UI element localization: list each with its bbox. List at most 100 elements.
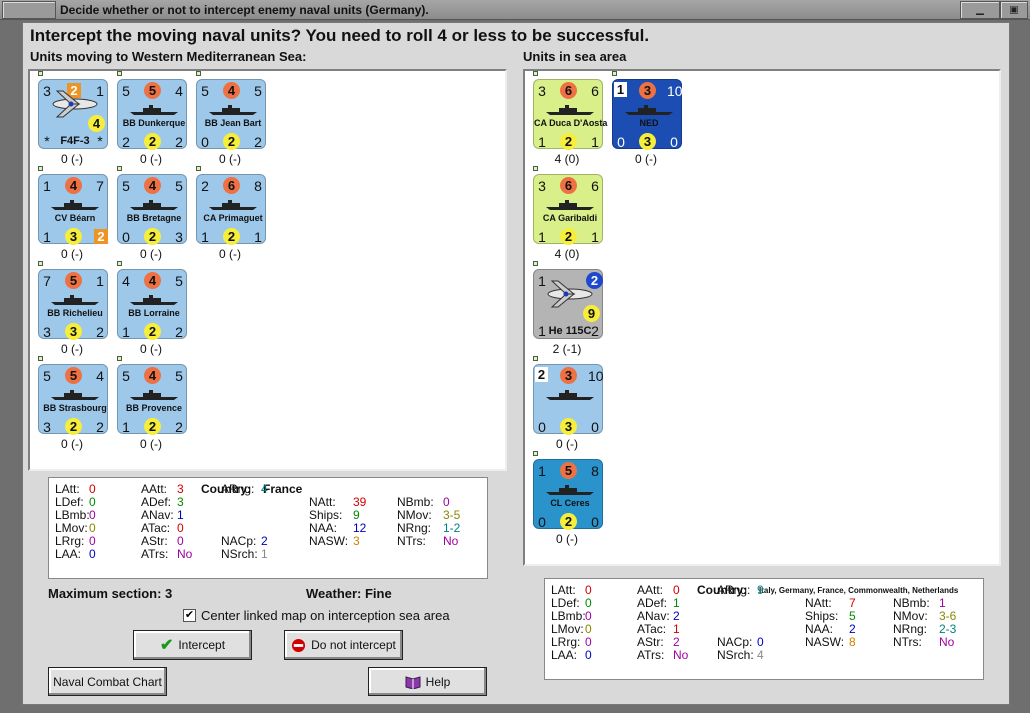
stat-value: 8 [849,635,856,649]
intercept-button[interactable]: ✔ Intercept [133,630,252,660]
unit-counter[interactable]: 5 4 5 BB Jean Bart 0 2 2 0 (-) [194,71,266,168]
counter-top-center: 5 [65,367,82,384]
unit-counter[interactable]: 1 2 9 1 He 115C 2 2 (-1) [531,261,603,358]
warship-icon [130,390,178,400]
counter-bottom-right: 2 [175,324,183,340]
unit-value: 0 (-) [140,342,162,356]
stat-value: 5 [849,609,856,623]
stat-value: 2-3 [939,622,957,636]
counter-face: 7 5 1 BB Richelieu 3 3 2 [38,269,108,340]
stat-value: 9 [353,508,360,522]
naval-combat-chart-button[interactable]: Naval Combat Chart [48,667,167,696]
counter-top-right: 8 [591,463,599,479]
stat-label: NSrch: [221,547,258,561]
unit-marker [38,356,43,361]
stat-label: NMov: [397,508,432,522]
unit-counter[interactable]: 5 4 5 BB Provence 1 2 2 0 (-) [115,356,187,453]
warship-icon [130,295,178,305]
sea-area-stats: Country: Italy, Germany, France, Commonwe… [544,578,984,680]
stat-label: LRrg: [55,534,85,548]
counter-bottom-left: 1 [538,134,546,150]
stat-label: AAtt: [637,583,664,597]
max-section-text: Maximum section: 3 [48,586,173,601]
stat-value: 0 [585,583,592,597]
stat-value: No [673,648,689,662]
stat-value: 9 [757,583,764,597]
counter-face: 3 6 6 CA Duca D'Aosta 1 2 1 [533,79,607,150]
unit-marker [117,261,122,266]
counter-top-center: 4 [223,82,240,99]
help-label: Help [425,674,451,689]
stat-label: ADef: [141,495,172,509]
do-not-intercept-button[interactable]: Do not intercept [284,630,403,660]
unit-counter[interactable]: 3 6 6 CA Duca D'Aosta 1 2 1 4 (0) [531,71,607,168]
counter-bottom-center: 2 [144,228,161,245]
stat-label: NACp: [221,534,257,548]
help-button[interactable]: Help [368,667,487,696]
counter-face: 5 4 5 BB Bretagne 0 2 3 [117,174,187,245]
unit-counter[interactable]: 1 4 7 CV Béarn 1 3 2 0 (-) [36,166,108,263]
stat-label: NACp: [717,635,753,649]
warship-icon [625,105,673,115]
counter-top-center: 6 [560,177,577,194]
counter-top-center: 5 [65,272,82,289]
counter-bottom-right: * [97,133,103,149]
unit-counter[interactable]: 2 6 8 CA Primaguet 1 2 1 0 (-) [194,166,266,263]
minimize-button[interactable]: ▁ [960,1,1000,19]
counter-bottom-center: 3 [560,418,577,435]
counter-bottom-right: 2 [175,419,183,435]
counter-bottom-left: 0 [538,419,546,435]
unit-marker [117,71,122,76]
stat-value: 0 [89,495,96,509]
unit-counter[interactable]: 7 5 1 BB Richelieu 3 3 2 0 (-) [36,261,108,358]
stat-value: 7 [849,596,856,610]
unit-counter[interactable]: 4 4 5 BB Lorraine 1 2 2 0 (-) [115,261,187,358]
stat-label: NAA: [805,622,834,636]
unit-counter[interactable]: 223100300 (-) [531,356,604,453]
stat-value: 39 [353,495,367,509]
stat-value: 3-5 [443,508,461,522]
maximize-button[interactable]: ▣ [1000,1,1028,19]
stat-label: LDef: [551,596,580,610]
counter-top-left: 3 [538,178,546,194]
counter-face: 1 2 9 1 He 115C 2 [533,269,603,339]
unit-counter[interactable]: 3 2 1 4 * F4F-3 * 0 (-) [36,71,108,168]
counter-bottom-left: 1 [122,324,130,340]
dialog-window: Decide whether or not to intercept enemy… [0,0,1030,713]
unit-marker [196,71,201,76]
counter-bottom-left: 0 [617,134,625,150]
unit-counter[interactable]: 1 5 8 CL Ceres 0 2 0 0 (-) [531,451,603,548]
center-map-checkbox[interactable]: ✔ [183,609,196,622]
counter-bottom-center: 3 [65,323,82,340]
unit-counter[interactable]: 5 5 4 BB Dunkerque 2 2 2 0 (-) [115,71,187,168]
unit-marker [533,166,538,171]
counter-top-left: 3 [538,83,546,99]
stat-value: 4 [757,648,764,662]
stat-value: 3 [177,495,184,509]
unit-value: 0 (-) [219,247,241,261]
stat-value: 0 [585,596,592,610]
counter-top-center: 6 [223,177,240,194]
stat-label: NAtt: [805,596,832,610]
unit-counter[interactable]: 11310NED0300 (-) [610,71,683,168]
unit-name: BB Provence [125,403,183,413]
unit-counter[interactable]: 5 5 4 BB Strasbourg 3 2 2 0 (-) [36,356,108,453]
unit-value: 4 (0) [554,152,580,166]
warship-icon [51,200,99,210]
counter-top-center: 6 [560,82,577,99]
unit-name: CV Béarn [54,213,96,223]
counter-bottom-right: 2 [254,134,262,150]
unit-value: 0 (-) [140,247,162,261]
unit-counter[interactable]: 5 4 5 BB Bretagne 0 2 3 0 (-) [115,166,187,263]
warship-icon [51,390,99,400]
stat-label: LMov: [55,521,88,535]
system-menu-button[interactable] [2,1,56,19]
window-title: Decide whether or not to intercept enemy… [60,3,429,17]
counter-top-center: 4 [144,177,161,194]
unit-value: 0 (-) [140,437,162,451]
country-value: France [263,482,303,496]
unit-counter[interactable]: 3 6 6 CA Garibaldi 1 2 1 4 (0) [531,166,603,263]
unit-name: BB Lorraine [128,308,180,318]
counter-bottom-right: 2 [175,134,183,150]
counter-range: 9 [583,305,600,322]
